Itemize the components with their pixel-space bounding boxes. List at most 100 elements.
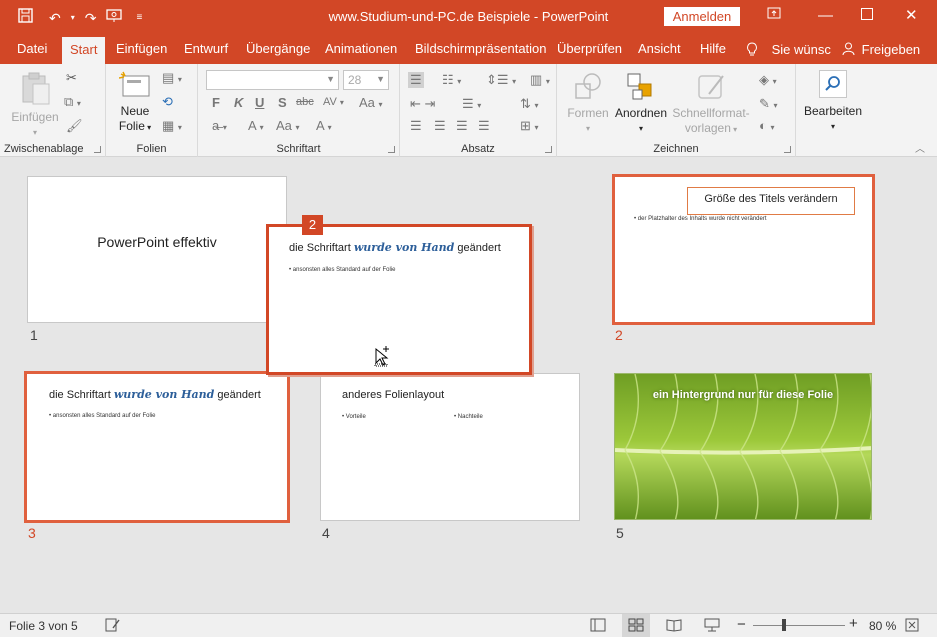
case-icon[interactable]: Aa ▾ <box>359 95 383 110</box>
font-group: ▼ 28 ▼ F K U S abc AV ▾ Aa ▾ a̶ ▾ A ▾ Aa… <box>198 64 400 157</box>
line-spacing-icon[interactable]: ⇕☰ ▾ <box>486 72 516 88</box>
ribbon: Einfügen ▾ ✂ ⧉ ▾ 🖌 Zwischenablage Neue F… <box>0 64 937 157</box>
italic-icon[interactable]: K <box>234 95 243 110</box>
quick-styles-label-2: vorlagen <box>684 121 731 135</box>
tab-start[interactable]: Start <box>62 37 106 64</box>
tab-datei[interactable]: Datei <box>17 34 47 64</box>
normal-view-icon[interactable] <box>590 618 606 635</box>
drag-cursor-icon <box>374 346 389 367</box>
notes-icon[interactable] <box>104 617 120 636</box>
tab-entwurf[interactable]: Entwurf <box>184 34 228 64</box>
slide-title: Größe des Titels verändern <box>704 193 838 205</box>
zoom-in-icon[interactable]: + <box>849 615 858 632</box>
quick-styles-button[interactable]: Schnellformat- vorlagen ▾ <box>669 70 753 137</box>
new-slide-icon <box>118 71 150 97</box>
font-launcher-icon[interactable] <box>388 146 395 153</box>
tab-einfuegen[interactable]: Einfügen <box>116 34 167 64</box>
align-left-icon[interactable]: ☰ <box>410 118 422 134</box>
underline-icon[interactable]: U <box>255 95 264 110</box>
share-button[interactable]: Freigeben <box>842 42 920 57</box>
drag-slide-badge: 2 <box>302 215 323 235</box>
font-color-icon[interactable]: A ▾ <box>316 118 332 133</box>
zoom-slider[interactable] <box>753 625 845 626</box>
ribbon-display-icon[interactable] <box>767 6 781 26</box>
align-center-icon[interactable]: ☰ <box>434 118 446 134</box>
slide-title: anderes Folienlayout <box>342 389 445 401</box>
paragraph-group: ☰ ☷ ▾ ⇕☰ ▾ ▥ ▾ ⇤ ⇥ ☰ ▾ ⇅ ▾ ☰ ☰ ☰ ☰ ⊞ ▾ A… <box>400 64 557 157</box>
paste-button[interactable]: Einfügen ▾ <box>8 70 62 140</box>
slide-thumbnail-1[interactable]: PowerPoint effektiv <box>27 176 287 323</box>
font-size-combo[interactable]: 28 ▼ <box>343 70 389 90</box>
slide-sorter-view-icon[interactable] <box>622 614 650 637</box>
columns-layout-icon[interactable]: ☰ ▾ <box>462 96 481 112</box>
slide-thumbnail-5[interactable]: ein Hintergrund nur für diese Folie <box>614 373 872 520</box>
paragraph-launcher-icon[interactable] <box>545 146 552 153</box>
align-right-icon[interactable]: ☰ <box>456 118 468 134</box>
bullets-icon[interactable]: ☰ <box>408 72 424 88</box>
clear-format-icon[interactable]: a̶ ▾ <box>212 118 227 133</box>
grow-font-icon[interactable]: A ▾ <box>248 118 264 133</box>
fit-window-icon[interactable] <box>905 618 919 635</box>
section-icon[interactable]: ▦ ▾ <box>162 118 182 134</box>
slide-title: PowerPoint effektiv <box>97 234 217 250</box>
justify-icon[interactable]: ☰ <box>478 118 490 134</box>
drawing-group: Formen ▾ Anordnen ▾ Schnellformat- vorla… <box>557 64 796 157</box>
tell-me-search[interactable]: Sie wünsc <box>746 42 831 57</box>
zoom-out-icon[interactable]: − <box>737 616 746 633</box>
tab-ansicht[interactable]: Ansicht <box>638 34 681 64</box>
slide-title: die Schriftart wurde von Hand geändert <box>49 388 261 401</box>
bold-icon[interactable]: F <box>212 95 220 110</box>
shapes-button[interactable]: Formen ▾ <box>565 70 611 136</box>
minimize-icon[interactable]: — <box>818 6 833 26</box>
maximize-icon[interactable] <box>861 6 873 26</box>
clipboard-launcher-icon[interactable] <box>94 146 101 153</box>
slide-number-4: 4 <box>322 525 330 541</box>
slide-thumbnail-2[interactable]: Größe des Titels verändern • der Platzha… <box>612 174 875 325</box>
clipboard-icon <box>22 72 50 105</box>
reading-view-icon[interactable] <box>666 618 682 635</box>
new-slide-button[interactable]: Neue Folie ▾ <box>112 70 158 135</box>
shape-outline-icon[interactable]: ✎ ▾ <box>759 96 778 112</box>
font-size-change-icon[interactable]: Aa ▾ <box>276 118 300 133</box>
slideshow-view-icon[interactable] <box>704 618 720 635</box>
editing-button[interactable]: Bearbeiten ▾ <box>802 70 864 134</box>
columns-icon[interactable]: ▥ ▾ <box>530 72 550 88</box>
tab-animationen[interactable]: Animationen <box>325 34 397 64</box>
drawing-launcher-icon[interactable] <box>784 146 791 153</box>
tab-uebergaenge[interactable]: Übergänge <box>246 34 310 64</box>
slide-title: ein Hintergrund nur für diese Folie <box>652 389 834 401</box>
smartart-icon[interactable]: ⊞ ▾ <box>520 118 539 134</box>
strikethrough-icon[interactable]: abc <box>296 96 314 108</box>
font-name-combo[interactable]: ▼ <box>206 70 339 90</box>
indent-icon[interactable]: ⇤ ⇥ <box>410 96 435 112</box>
dragged-slide[interactable]: die Schriftart wurde von Hand geändert •… <box>266 224 532 375</box>
layout-icon[interactable]: ▤ ▾ <box>162 70 182 86</box>
collapse-ribbon-icon[interactable]: ︿ <box>915 140 925 155</box>
slide-thumbnail-4[interactable]: anderes Folienlayout • Vorteile • Nachte… <box>320 373 580 521</box>
title-bar: ↶ ▾ ↷ ≡ www.Studium-und-PC.de Beispiele … <box>0 0 937 34</box>
close-icon[interactable]: ✕ <box>905 6 918 26</box>
format-painter-icon[interactable]: 🖌 <box>66 118 83 134</box>
shape-effects-icon[interactable]: ◐ ▾ <box>759 118 774 133</box>
slide-thumbnail-3[interactable]: die Schriftart wurde von Hand geändert •… <box>24 371 290 523</box>
shape-fill-icon[interactable]: ◈ ▾ <box>759 72 777 88</box>
tab-hilfe[interactable]: Hilfe <box>700 34 726 64</box>
text-direction-icon[interactable]: ⇅ ▾ <box>520 96 539 112</box>
new-slide-label-1: Neue <box>120 104 150 118</box>
sign-in-button[interactable]: Anmelden <box>664 7 740 26</box>
arrange-button[interactable]: Anordnen ▾ <box>613 70 669 136</box>
zoom-slider-thumb[interactable] <box>782 619 786 631</box>
reset-icon[interactable]: ⟲ <box>162 94 173 110</box>
shadow-icon[interactable]: S <box>278 95 287 110</box>
slide-title-box: Größe des Titels verändern <box>687 187 855 215</box>
zoom-level[interactable]: 80 % <box>869 619 896 633</box>
copy-icon[interactable]: ⧉ ▾ <box>64 94 81 110</box>
editing-group: Bearbeiten ▾ <box>796 64 872 157</box>
cut-icon[interactable]: ✂ <box>66 70 77 86</box>
numbering-icon[interactable]: ☷ ▾ <box>442 72 461 88</box>
paragraph-group-label: Absatz <box>461 143 495 155</box>
spacing-icon[interactable]: AV ▾ <box>323 96 344 108</box>
clipboard-group-label: Zwischenablage <box>4 143 84 155</box>
tab-bildschirmpraesentation[interactable]: Bildschirmpräsentation <box>415 34 547 64</box>
tab-ueberpruefen[interactable]: Überprüfen <box>557 34 622 64</box>
